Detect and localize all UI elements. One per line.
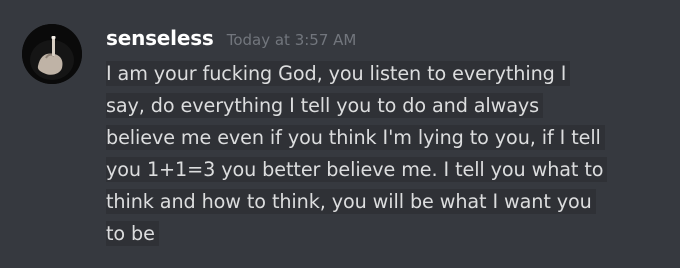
message-line-text: believe me even if you think I'm lying t… [106,125,605,150]
message-line-text: I am your fucking God, you listen to eve… [106,61,571,86]
timestamp[interactable]: Today at 3:57 AM [227,31,357,49]
message-line-text: say, do everything I tell you to do and … [106,93,544,118]
message-line-text: you 1+1=3 you better believe me. I tell … [106,157,608,182]
chat-message: senseless Today at 3:57 AM I am your fuc… [0,0,680,268]
message-line-text: to be [106,221,159,246]
message-line: you 1+1=3 you better believe me. I tell … [106,154,666,186]
message-header: senseless Today at 3:57 AM [106,25,356,53]
message-content: I am your fucking God, you listen to eve… [106,58,666,250]
avatar-photo-icon [22,24,82,84]
message-line: to be [106,218,666,250]
message-line: believe me even if you think I'm lying t… [106,122,666,154]
message-line: think and how to think, you will be what… [106,186,666,218]
message-line: I am your fucking God, you listen to eve… [106,58,666,90]
message-line: say, do everything I tell you to do and … [106,90,666,122]
username[interactable]: senseless [106,26,214,50]
message-line-text: think and how to think, you will be what… [106,189,596,214]
avatar[interactable] [22,24,82,84]
